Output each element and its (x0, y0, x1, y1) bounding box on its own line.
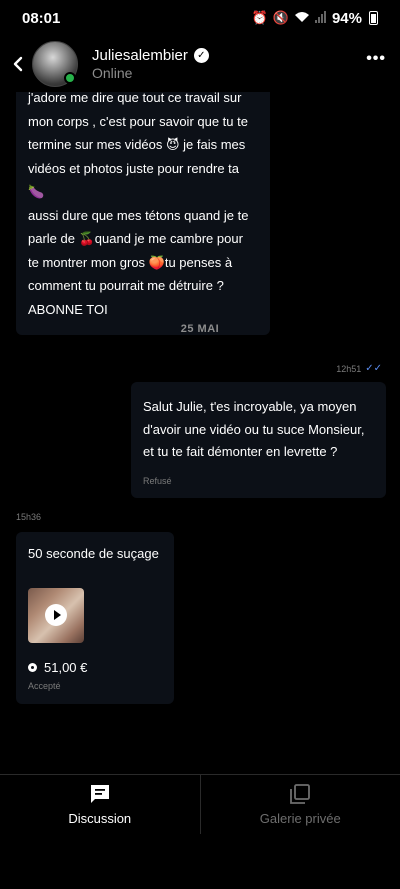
message-line: parle de 🍒quand je me cambre pour (28, 231, 243, 246)
message-line: aussi dure que mes tétons quand je te (28, 207, 249, 223)
avatar[interactable] (32, 41, 78, 87)
tab-discussion[interactable]: Discussion (0, 775, 200, 834)
online-indicator (64, 72, 76, 84)
status-bar: 08:01 ⏰ 🔇 94% (0, 0, 400, 36)
system-navigation-bar (0, 834, 400, 889)
tab-private-gallery[interactable]: Galerie privée (199, 775, 400, 834)
presence-status: Online (92, 65, 133, 81)
message-line: j'adore me dire que tout ce travail sur (28, 92, 242, 105)
message-bubble-outgoing: Salut Julie, t'es incroyable, ya moyen d… (131, 382, 386, 498)
username: Juliesalembier (92, 47, 188, 64)
message-timestamp: 12h51 ✓✓ (336, 363, 382, 374)
username-row: Juliesalembier ✓ (92, 47, 209, 64)
chevron-left-icon (13, 56, 23, 72)
back-button[interactable] (6, 44, 30, 84)
chat-header: Juliesalembier ✓ Online ••• (0, 36, 400, 92)
date-separator: 25 MAI (180, 323, 220, 335)
bottom-tab-bar: Discussion Galerie privée (0, 774, 400, 834)
message-line: vidéos et photos juste pour rendre ta 🍆 (28, 160, 240, 200)
battery-percent: 94% (331, 9, 362, 27)
message-line: mon corps , c'est pour savoir que tu te (28, 113, 248, 129)
message-line: ABONNE TOI (28, 301, 108, 317)
media-price: 51,00 € (44, 660, 88, 675)
play-icon (53, 610, 61, 620)
message-time: 12h51 (336, 363, 362, 374)
video-thumbnail[interactable] (28, 588, 84, 643)
message-timestamp: 15h36 (16, 512, 42, 522)
message-line: comment tu pourrait me détruire ? (28, 278, 224, 293)
read-receipt-icon: ✓✓ (365, 363, 382, 374)
gallery-icon (290, 784, 311, 804)
message-line: Salut Julie, t'es incroyable, ya moyen (143, 399, 357, 414)
chat-icon (90, 785, 109, 803)
message-line: termine sur mes vidéos 😈 je fais mes (28, 137, 246, 152)
alarm-icon: ⏰ (251, 10, 268, 25)
message-status: Accepté (28, 681, 61, 691)
more-dots-icon: ••• (366, 50, 386, 67)
header-user-info[interactable]: Juliesalembier ✓ Online (92, 47, 209, 81)
message-line: te montrer mon gros 🍑tu penses à (28, 254, 233, 270)
more-options-button[interactable]: ••• (366, 50, 386, 68)
message-text: 50 seconde de suçage (28, 546, 159, 561)
mute-icon: 🔇 (272, 10, 289, 25)
tab-label: Galerie privée (259, 811, 341, 826)
message-status: Refusé (143, 475, 172, 486)
status-time: 08:01 (22, 9, 61, 27)
message-line: d'avoir une vidéo ou tu suce Monsieur, (143, 421, 365, 437)
tab-label: Discussion (68, 811, 132, 826)
play-button[interactable] (45, 604, 67, 626)
wifi-icon (294, 11, 310, 26)
status-icons: ⏰ 🔇 94% (252, 10, 378, 27)
verified-badge-icon: ✓ (193, 48, 209, 63)
battery-icon (369, 11, 378, 25)
message-line: et tu te fait démonter en levrette ? (143, 444, 338, 459)
price-row: 51,00 € (28, 660, 162, 675)
message-bubble-incoming-media: 50 seconde de suçage 51,00 € Accepté (16, 532, 174, 704)
signal-icon (314, 10, 327, 26)
chat-thread[interactable]: j'adore me dire que tout ce travail sur … (0, 92, 400, 774)
message-text: Salut Julie, t'es incroyable, ya moyen d… (143, 396, 374, 464)
coin-icon (28, 663, 37, 672)
message-bubble-incoming: j'adore me dire que tout ce travail sur … (16, 92, 270, 335)
